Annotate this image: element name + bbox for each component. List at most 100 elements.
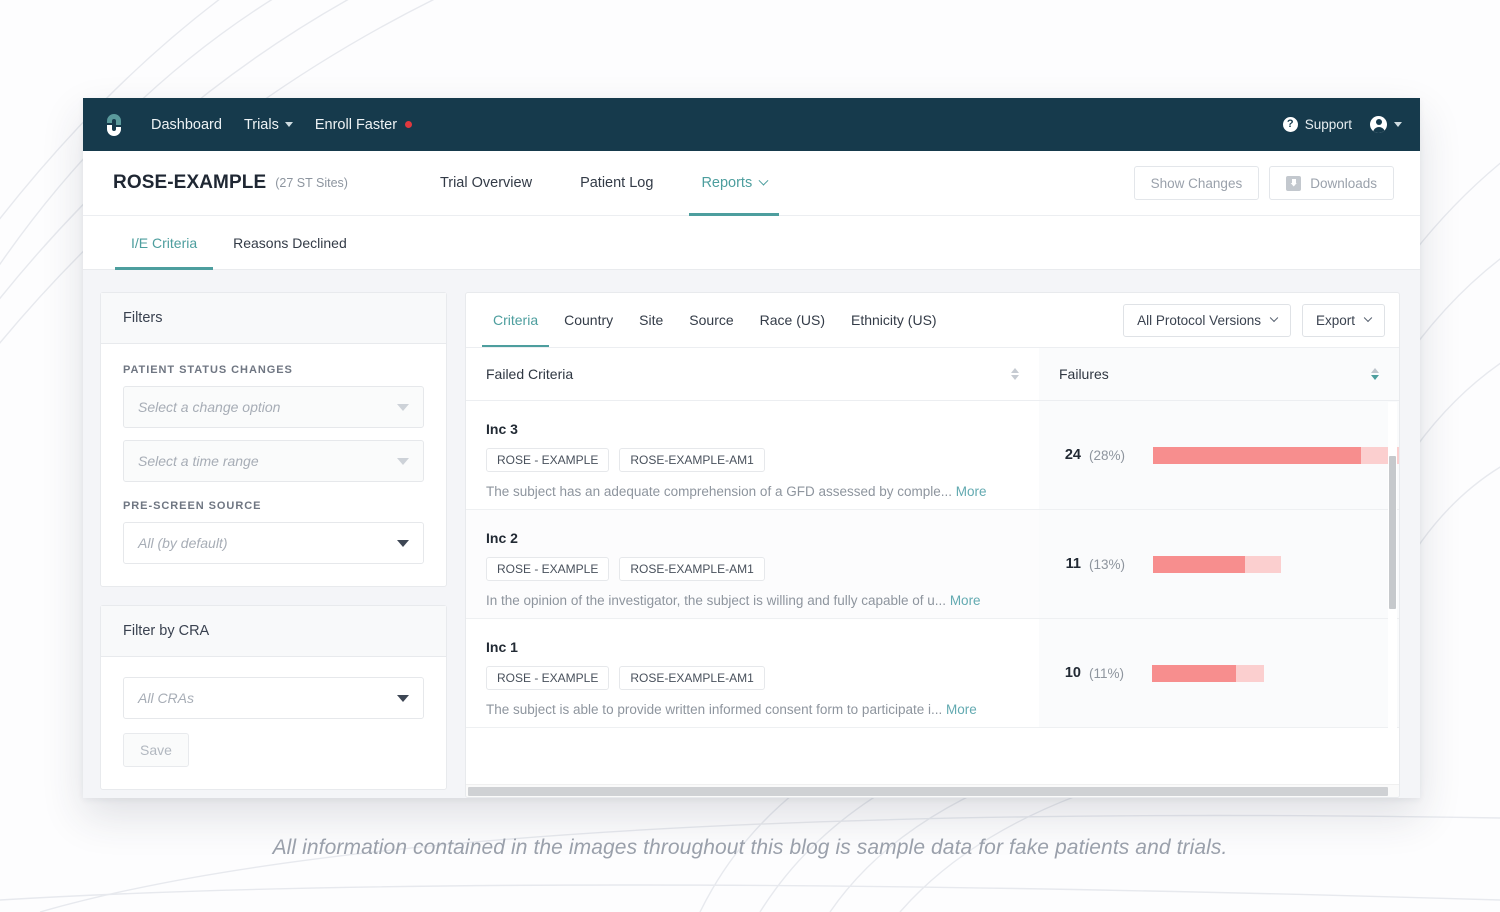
- nav-link-enroll-faster[interactable]: Enroll Faster: [315, 117, 412, 133]
- criteria-cell: Inc 2 ROSE - EXAMPLE ROSE-EXAMPLE-AM1 In…: [466, 510, 1039, 618]
- subtab-ie-criteria[interactable]: I/E Criteria: [113, 216, 215, 270]
- table-row[interactable]: Inc 2 ROSE - EXAMPLE ROSE-EXAMPLE-AM1 In…: [466, 510, 1399, 619]
- criteria-description-wrap: The subject has an adequate comprehensio…: [486, 484, 1019, 499]
- failures-bar-primary: [1153, 447, 1361, 464]
- protocol-versions-dropdown[interactable]: All Protocol Versions: [1123, 304, 1291, 337]
- failures-bar-primary: [1152, 665, 1236, 682]
- nav-link-dashboard-label: Dashboard: [151, 117, 222, 133]
- cra-card-title: Filter by CRA: [123, 623, 424, 639]
- sort-icon[interactable]: [1371, 368, 1379, 380]
- more-link[interactable]: More: [956, 484, 987, 499]
- account-menu[interactable]: [1370, 116, 1402, 133]
- account-avatar-icon: [1370, 116, 1387, 133]
- cra-card-header: Filter by CRA: [101, 606, 446, 657]
- protocol-chip: ROSE-EXAMPLE-AM1: [619, 448, 764, 472]
- cra-select-value: All CRAs: [138, 690, 194, 706]
- criteria-panel: Criteria Country Site Source Race (US): [465, 292, 1400, 798]
- panel-tab-race-us[interactable]: Race (US): [747, 293, 838, 347]
- enroll-logo-icon[interactable]: [99, 110, 129, 140]
- time-range-select[interactable]: Select a time range: [123, 440, 424, 482]
- sort-ascending-icon: [1011, 368, 1019, 373]
- nav-link-trials[interactable]: Trials: [244, 117, 293, 133]
- failures-bar: [1153, 556, 1281, 573]
- column-header-failed-criteria[interactable]: Failed Criteria: [466, 348, 1039, 400]
- trial-header: ROSE-EXAMPLE (27 ST Sites) Trial Overvie…: [83, 151, 1420, 216]
- navbar-right-group: ? Support: [1283, 116, 1402, 133]
- column-header-failed-criteria-label: Failed Criteria: [486, 366, 573, 382]
- tab-patient-log[interactable]: Patient Log: [556, 151, 677, 216]
- criteria-name: Inc 2: [486, 530, 1019, 546]
- change-option-select-value: Select a change option: [138, 399, 280, 415]
- table-row[interactable]: Inc 1 ROSE - EXAMPLE ROSE-EXAMPLE-AM1 Th…: [466, 619, 1399, 728]
- chevron-down-icon: [1364, 314, 1372, 322]
- vertical-scrollbar-thumb[interactable]: [1389, 456, 1396, 609]
- app-window: Dashboard Trials Enroll Faster ? Support: [83, 98, 1420, 798]
- failures-cell: 24 (28%): [1039, 401, 1399, 509]
- failures-percent: (28%): [1089, 448, 1125, 463]
- failures-count: 11: [1059, 556, 1081, 572]
- sort-descending-icon: [1371, 375, 1379, 380]
- sort-descending-icon: [1011, 375, 1019, 380]
- screenshot-page: Dashboard Trials Enroll Faster ? Support: [0, 0, 1500, 912]
- show-changes-button[interactable]: Show Changes: [1134, 166, 1260, 200]
- save-button[interactable]: Save: [123, 733, 189, 767]
- panel-tab-ethnicity-us[interactable]: Ethnicity (US): [838, 293, 950, 347]
- protocol-chip: ROSE - EXAMPLE: [486, 448, 609, 472]
- time-range-select-value: Select a time range: [138, 453, 259, 469]
- table-header-row: Failed Criteria Failures: [466, 348, 1399, 401]
- panel-toolbar-right: All Protocol Versions Export: [1123, 304, 1385, 337]
- export-dropdown[interactable]: Export: [1302, 304, 1385, 337]
- failures-cell: 11 (13%): [1039, 510, 1399, 618]
- failures-cell: 10 (11%): [1039, 619, 1399, 727]
- navbar-links: Dashboard Trials Enroll Faster: [151, 117, 412, 133]
- downloads-button[interactable]: Downloads: [1269, 166, 1394, 200]
- panel-tabs: Criteria Country Site Source Race (US): [480, 293, 950, 347]
- nav-link-trials-label: Trials: [244, 117, 279, 133]
- more-link[interactable]: More: [950, 593, 981, 608]
- criteria-chips: ROSE - EXAMPLE ROSE-EXAMPLE-AM1: [486, 448, 1019, 472]
- panel-tab-country[interactable]: Country: [551, 293, 626, 347]
- protocol-chip: ROSE - EXAMPLE: [486, 666, 609, 690]
- tab-trial-overview[interactable]: Trial Overview: [416, 151, 556, 216]
- pre-screen-source-select[interactable]: All (by default): [123, 522, 424, 564]
- filters-sidebar: Filters PATIENT STATUS CHANGES Select a …: [100, 292, 447, 798]
- panel-tab-criteria[interactable]: Criteria: [480, 293, 551, 347]
- tab-patient-log-label: Patient Log: [580, 175, 653, 191]
- tab-reports-label: Reports: [701, 175, 752, 191]
- more-link[interactable]: More: [946, 702, 977, 717]
- sub-tabs: I/E Criteria Reasons Declined: [83, 216, 1420, 270]
- chevron-down-icon: [397, 458, 409, 465]
- column-header-failures[interactable]: Failures: [1039, 348, 1399, 400]
- failures-percent: (13%): [1089, 557, 1125, 572]
- vertical-scrollbar[interactable]: [1388, 402, 1397, 775]
- criteria-description-wrap: In the opinion of the investigator, the …: [486, 593, 1019, 608]
- criteria-name: Inc 1: [486, 639, 1019, 655]
- chevron-down-icon: [1394, 122, 1402, 127]
- panel-tab-race-us-label: Race (US): [760, 312, 825, 328]
- nav-link-dashboard[interactable]: Dashboard: [151, 117, 222, 133]
- panel-tab-criteria-label: Criteria: [493, 312, 538, 328]
- panel-tab-source[interactable]: Source: [676, 293, 746, 347]
- pre-screen-source-select-value: All (by default): [138, 535, 227, 551]
- horizontal-scrollbar[interactable]: [466, 784, 1399, 797]
- horizontal-scrollbar-thumb[interactable]: [468, 787, 1388, 796]
- tab-reports[interactable]: Reports: [677, 151, 791, 216]
- chevron-down-icon: [397, 695, 409, 702]
- sort-icon[interactable]: [1011, 368, 1019, 380]
- filter-by-cra-card: Filter by CRA All CRAs Save: [100, 605, 447, 790]
- cra-select[interactable]: All CRAs: [123, 677, 424, 719]
- sidebar-spacer: [100, 587, 447, 605]
- change-option-select[interactable]: Select a change option: [123, 386, 424, 428]
- criteria-description-wrap: The subject is able to provide written i…: [486, 702, 1019, 717]
- panel-tab-site[interactable]: Site: [626, 293, 676, 347]
- protocol-chip: ROSE-EXAMPLE-AM1: [619, 557, 764, 581]
- protocol-versions-label: All Protocol Versions: [1137, 313, 1261, 328]
- support-button[interactable]: ? Support: [1283, 117, 1352, 132]
- column-header-failures-label: Failures: [1059, 366, 1109, 382]
- table-row[interactable]: Inc 3 ROSE - EXAMPLE ROSE-EXAMPLE-AM1 Th…: [466, 401, 1399, 510]
- criteria-description: The subject is able to provide written i…: [486, 702, 942, 717]
- criteria-cell: Inc 1 ROSE - EXAMPLE ROSE-EXAMPLE-AM1 Th…: [466, 619, 1039, 727]
- panel-toolbar: Criteria Country Site Source Race (US): [466, 293, 1399, 347]
- criteria-description: The subject has an adequate comprehensio…: [486, 484, 952, 499]
- subtab-reasons-declined[interactable]: Reasons Declined: [215, 216, 365, 270]
